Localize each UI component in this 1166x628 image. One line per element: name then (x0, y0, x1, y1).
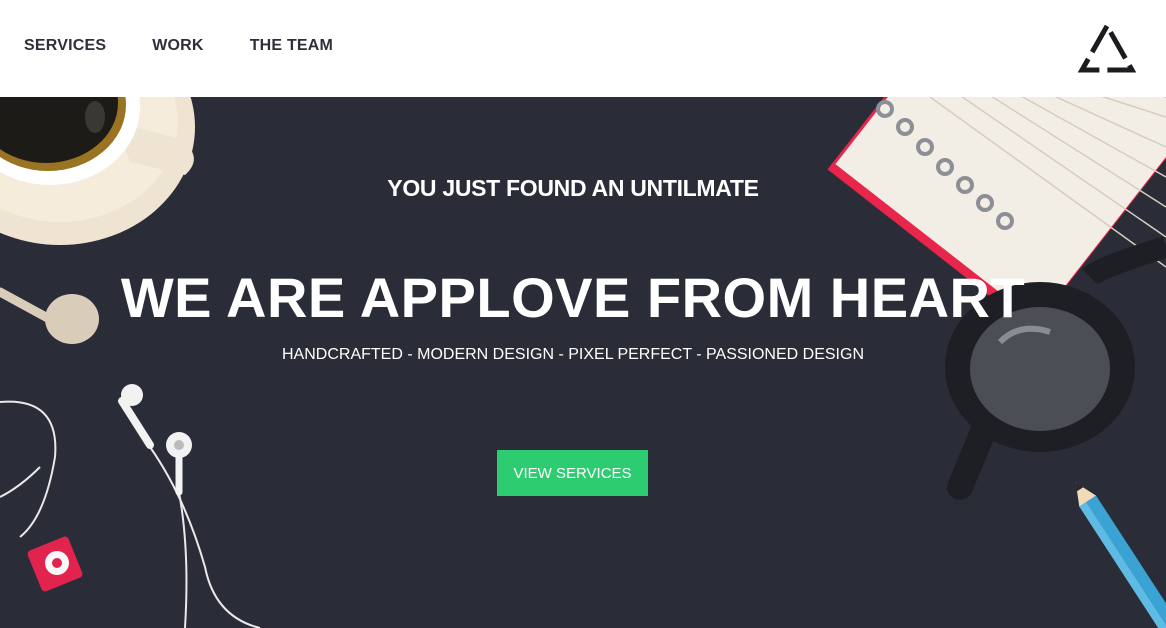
top-navbar: SERVICES WORK THE TEAM (0, 0, 1166, 97)
hero-kicker: YOU JUST FOUND AN UNTILMATE (387, 175, 759, 201)
earbud-right-icon (166, 432, 192, 496)
view-services-button[interactable]: VIEW SERVICES (497, 450, 648, 496)
pencil-icon (1075, 482, 1166, 628)
hero-tagline: HANDCRAFTED - MODERN DESIGN - PIXEL PERF… (282, 346, 864, 363)
nav-link-services[interactable]: SERVICES (24, 37, 106, 55)
earbud-left-icon (118, 384, 154, 449)
triangle-logo-icon[interactable] (1078, 22, 1136, 74)
main-nav: SERVICES WORK THE TEAM (24, 37, 379, 55)
nav-link-work[interactable]: WORK (152, 37, 203, 55)
hero-title: WE ARE APPLOVE FROM HEART (120, 266, 1026, 329)
earphones-icon (0, 400, 261, 628)
hero-section: YOU JUST FOUND AN UNTILMATE WE ARE APPLO… (0, 97, 1166, 628)
music-player-icon (27, 536, 83, 592)
coffee-cup-icon (0, 97, 195, 245)
nav-link-the-team[interactable]: THE TEAM (250, 37, 333, 55)
